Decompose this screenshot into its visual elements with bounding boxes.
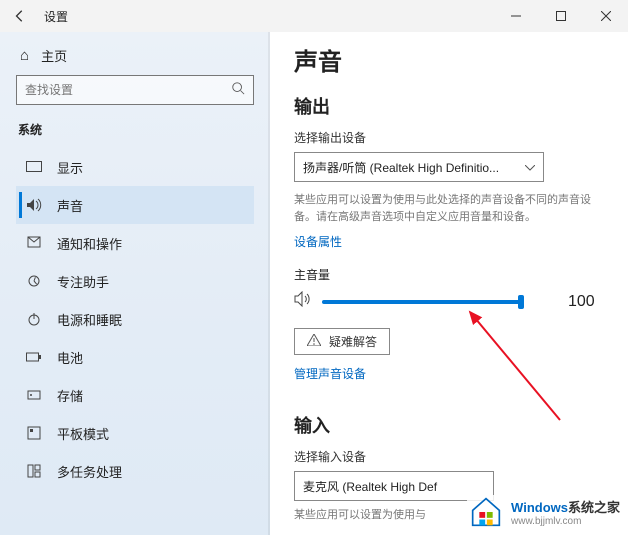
sidebar-item-sound[interactable]: 声音 (16, 186, 254, 224)
sidebar-item-notifications[interactable]: 通知和操作 (16, 224, 254, 262)
tablet-icon (25, 426, 43, 440)
home-label: 主页 (41, 46, 67, 65)
titlebar: 设置 (0, 0, 628, 32)
search-icon (231, 81, 245, 100)
search-input[interactable] (25, 83, 231, 97)
content-pane: 声音 输出 选择输出设备 扬声器/听筒 (Realtek High Defini… (270, 32, 628, 535)
maximize-icon (556, 11, 566, 21)
input-select-label: 选择输入设备 (294, 448, 604, 465)
sidebar-item-label: 专注助手 (57, 272, 109, 291)
window-title: 设置 (40, 8, 68, 25)
device-properties-link[interactable]: 设备属性 (294, 233, 342, 250)
slider-thumb[interactable] (518, 295, 524, 309)
sidebar-item-storage[interactable]: 存储 (16, 376, 254, 414)
display-icon (25, 161, 43, 173)
warning-icon (307, 334, 321, 349)
watermark: Windows系统之家 www.bjjmlv.com (467, 495, 622, 529)
wm-brand: Windows (511, 500, 568, 515)
page-title: 声音 (294, 42, 604, 77)
output-heading: 输出 (294, 93, 604, 119)
volume-slider[interactable] (322, 300, 522, 304)
sidebar-item-label: 存储 (57, 386, 83, 405)
volume-row: 100 (294, 291, 604, 312)
sidebar-item-label: 显示 (57, 158, 83, 177)
sidebar-item-display[interactable]: 显示 (16, 148, 254, 186)
sidebar-item-multitasking[interactable]: 多任务处理 (16, 452, 254, 490)
house-logo-icon (469, 497, 503, 527)
sidebar-item-label: 通知和操作 (57, 234, 122, 253)
sidebar-item-focus-assist[interactable]: 专注助手 (16, 262, 254, 300)
output-description: 某些应用可以设置为使用与此处选择的声音设备不同的声音设备。请在高级声音选项中自定… (294, 192, 604, 225)
troubleshoot-button[interactable]: 疑难解答 (294, 328, 390, 355)
battery-icon (25, 352, 43, 362)
speaker-icon[interactable] (294, 291, 312, 312)
arrow-left-icon (13, 9, 27, 23)
back-button[interactable] (0, 9, 40, 23)
nav-group-title: 系统 (16, 117, 254, 148)
output-select-label: 选择输出设备 (294, 129, 604, 146)
sidebar: ⌂ 主页 系统 显示 声音 通知和操作 专注助手 电源和睡眠 (0, 32, 270, 535)
close-icon (601, 11, 611, 21)
home-link[interactable]: ⌂ 主页 (16, 40, 254, 75)
sidebar-item-label: 平板模式 (57, 424, 109, 443)
storage-icon (25, 388, 43, 402)
sidebar-item-label: 电池 (57, 348, 83, 367)
output-device-value: 扬声器/听筒 (Realtek High Definitio... (303, 159, 499, 176)
sidebar-item-battery[interactable]: 电池 (16, 338, 254, 376)
minimize-button[interactable] (493, 0, 538, 32)
power-icon (25, 312, 43, 326)
chevron-down-icon (525, 160, 535, 174)
home-icon: ⌂ (20, 47, 29, 64)
troubleshoot-label: 疑难解答 (329, 333, 377, 350)
close-button[interactable] (583, 0, 628, 32)
focus-icon (25, 274, 43, 288)
sound-icon (25, 198, 43, 212)
maximize-button[interactable] (538, 0, 583, 32)
volume-label: 主音量 (294, 266, 604, 283)
window-controls (493, 0, 628, 32)
sidebar-item-power[interactable]: 电源和睡眠 (16, 300, 254, 338)
sidebar-item-label: 多任务处理 (57, 462, 122, 481)
volume-value: 100 (568, 293, 595, 311)
sidebar-item-label: 电源和睡眠 (57, 310, 122, 329)
output-device-select[interactable]: 扬声器/听筒 (Realtek High Definitio... (294, 152, 544, 182)
manage-sound-link[interactable]: 管理声音设备 (294, 365, 366, 382)
input-device-select[interactable]: 麦克风 (Realtek High Def (294, 471, 494, 501)
sidebar-item-tablet[interactable]: 平板模式 (16, 414, 254, 452)
input-heading: 输入 (294, 412, 604, 438)
sidebar-item-label: 声音 (57, 196, 83, 215)
wm-url: www.bjjmlv.com (511, 516, 620, 527)
notifications-icon (25, 236, 43, 250)
input-device-value: 麦克风 (Realtek High Def (303, 478, 437, 495)
minimize-icon (511, 11, 521, 21)
wm-brand-zh: 系统之家 (568, 500, 620, 515)
multitask-icon (25, 464, 43, 478)
search-box[interactable] (16, 75, 254, 105)
